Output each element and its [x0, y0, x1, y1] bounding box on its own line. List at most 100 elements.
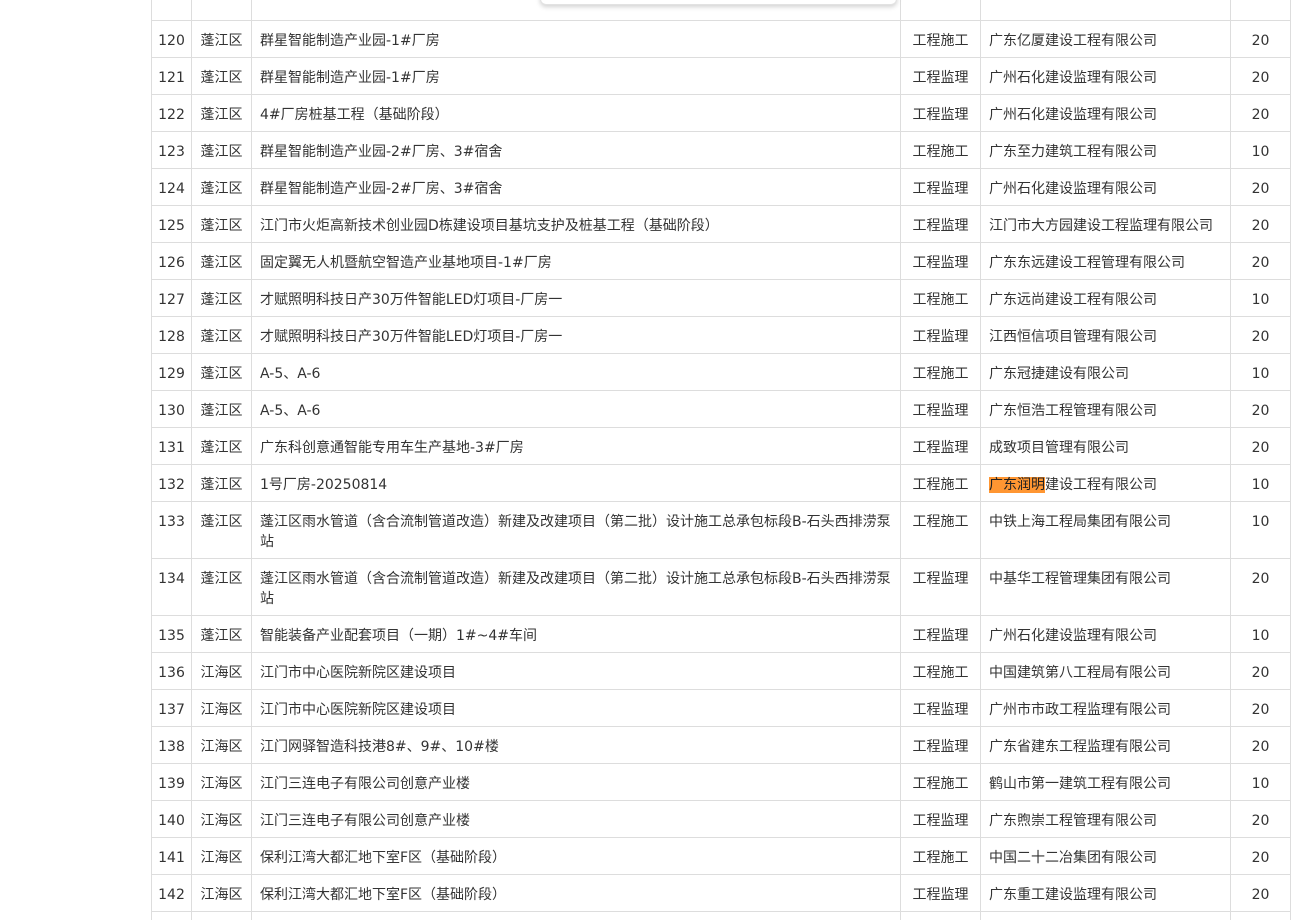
table-row: 133 蓬江区 蓬江区雨水管道（含合流制管道改造）新建及改建项目（第二批）设计施…	[151, 501, 1291, 559]
row-number-cell: 129	[151, 353, 192, 391]
project-name: 江门市火炬高新技术创业园D栋建设项目基坑支护及桩基工程（基础阶段）	[260, 218, 719, 234]
project-name: 群星智能制造产业园-1#厂房	[260, 70, 440, 86]
project-name-cell: 群星智能制造产业园-1#厂房	[251, 20, 901, 58]
company-cell: 中铁上海工程局集团有限公司	[980, 501, 1231, 559]
company-cell: 鹤山市工程建设监理有限公司	[980, 0, 1231, 21]
row-number-cell: 122	[151, 94, 192, 132]
company-name: 江西恒信项目管理有限公司	[989, 329, 1157, 345]
project-name-cell: 智能装备产业配套项目（一期）1#~4#车间	[251, 615, 901, 653]
row-number: 121	[158, 70, 185, 86]
row-number: 135	[158, 628, 185, 644]
work-type: 工程监理	[912, 255, 969, 271]
company-name: 广州石化建设监理有限公司	[989, 107, 1157, 123]
score-cell: 20	[1230, 652, 1291, 690]
work-type-cell: 工程施工	[900, 353, 981, 391]
project-name: 智能装备产业配套项目（一期）1#~4#车间	[260, 628, 538, 644]
company-cell: 广东至力建筑工程有限公司	[980, 131, 1231, 169]
work-type: 工程监理	[912, 218, 969, 234]
row-number: 132	[158, 477, 185, 493]
district: 蓬江区	[200, 571, 243, 587]
work-type-cell: 工程施工	[900, 501, 981, 559]
work-type: 工程施工	[912, 144, 969, 160]
work-type-cell	[900, 911, 981, 920]
work-type: 工程监理	[912, 571, 969, 587]
district: 蓬江区	[200, 403, 243, 419]
row-number-cell	[151, 911, 192, 920]
row-number-cell: 141	[151, 837, 192, 875]
work-type-cell: 工程施工	[900, 279, 981, 317]
results-table-body: 119 蓬江区 市场配件库房 工程监理 鹤山市工程建设监理有限公司 10 120…	[151, 0, 1291, 920]
row-number: 137	[158, 702, 185, 718]
project-name-cell: 群星智能制造产业园-1#厂房	[251, 57, 901, 95]
table-row: 141 江海区 保利江湾大都汇地下室F区（基础阶段） 工程施工 中国二十二冶集团…	[151, 837, 1291, 875]
score-cell: 20	[1230, 168, 1291, 206]
company-name: 中基华工程管理集团有限公司	[989, 571, 1171, 587]
project-name: 广东科创意通智能专用车生产基地-3#厂房	[260, 440, 524, 456]
score: 10	[1251, 144, 1270, 160]
project-name-cell: 江门市中心医院新院区建设项目	[251, 652, 901, 690]
row-number: 138	[158, 739, 185, 755]
row-number-cell: 133	[151, 501, 192, 559]
district-cell: 江海区	[191, 800, 252, 838]
score: 20	[1251, 107, 1270, 123]
row-number: 119	[158, 0, 185, 2]
project-name-cell: A-5、A-6	[251, 353, 901, 391]
district-cell: 江海区	[191, 874, 252, 912]
score-cell: 10	[1230, 615, 1291, 653]
work-type: 工程施工	[912, 665, 969, 681]
score: 20	[1251, 218, 1270, 234]
row-number: 122	[158, 107, 185, 123]
score: 10	[1251, 477, 1270, 493]
row-number: 140	[158, 813, 185, 829]
work-type-cell: 工程施工	[900, 20, 981, 58]
work-type-cell: 工程监理	[900, 168, 981, 206]
row-number: 131	[158, 440, 185, 456]
row-number-cell: 126	[151, 242, 192, 280]
table-row: 126 蓬江区 固定翼无人机暨航空智造产业基地项目-1#厂房 工程监理 广东东远…	[151, 242, 1291, 280]
district: 江海区	[200, 850, 243, 866]
row-number-cell: 124	[151, 168, 192, 206]
district: 江海区	[200, 776, 243, 792]
row-number: 141	[158, 850, 185, 866]
work-type-cell: 工程监理	[900, 242, 981, 280]
row-number-cell: 128	[151, 316, 192, 354]
score: 10	[1251, 292, 1270, 308]
search-highlight: 广东润明	[989, 477, 1045, 493]
district-cell: 江海区	[191, 689, 252, 727]
district: 蓬江区	[200, 181, 243, 197]
project-name: 蓬江区雨水管道（含合流制管道改造）新建及改建项目（第二批）设计施工总承包标段B-…	[260, 514, 891, 550]
district-cell: 蓬江区	[191, 279, 252, 317]
score-cell: 10	[1230, 131, 1291, 169]
district-cell: 江海区	[191, 837, 252, 875]
score-cell: 20	[1230, 427, 1291, 465]
table-row: 120 蓬江区 群星智能制造产业园-1#厂房 工程施工 广东亿厦建设工程有限公司…	[151, 20, 1291, 58]
project-name: 保利江湾大都汇地下室F区（基础阶段）	[260, 850, 507, 866]
project-name: 蓬江区雨水管道（含合流制管道改造）新建及改建项目（第二批）设计施工总承包标段B-…	[260, 571, 891, 607]
row-number: 130	[158, 403, 185, 419]
company-name: 广东煦崇工程管理有限公司	[989, 813, 1157, 829]
project-name: 江门三连电子有限公司创意产业楼	[260, 776, 470, 792]
table-row: 136 江海区 江门市中心医院新院区建设项目 工程施工 中国建筑第八工程局有限公…	[151, 652, 1291, 690]
company-name: 成致项目管理有限公司	[989, 440, 1129, 456]
work-type: 工程监理	[912, 739, 969, 755]
work-type: 工程施工	[912, 477, 969, 493]
row-number-cell: 135	[151, 615, 192, 653]
table-row: 131 蓬江区 广东科创意通智能专用车生产基地-3#厂房 工程监理 成致项目管理…	[151, 427, 1291, 465]
score-cell: 20	[1230, 57, 1291, 95]
project-name: 江门市中心医院新院区建设项目	[260, 665, 456, 681]
company-cell: 成致项目管理有限公司	[980, 427, 1231, 465]
district: 蓬江区	[200, 144, 243, 160]
work-type: 工程监理	[912, 440, 969, 456]
score-cell	[1230, 911, 1291, 920]
company-cell: 广东润明建设工程有限公司	[980, 464, 1231, 502]
work-type-cell: 工程监理	[900, 427, 981, 465]
project-name-cell: 江门三连电子有限公司创意产业楼	[251, 800, 901, 838]
company-cell: 广东煦崇工程管理有限公司	[980, 800, 1231, 838]
company-name: 广东省建东工程监理有限公司	[989, 739, 1171, 755]
work-type-cell: 工程监理	[900, 205, 981, 243]
score-cell: 20	[1230, 837, 1291, 875]
work-type: 工程施工	[912, 850, 969, 866]
row-number-cell: 131	[151, 427, 192, 465]
district: 蓬江区	[200, 292, 243, 308]
project-name: 江门市中心医院新院区建设项目	[260, 702, 456, 718]
